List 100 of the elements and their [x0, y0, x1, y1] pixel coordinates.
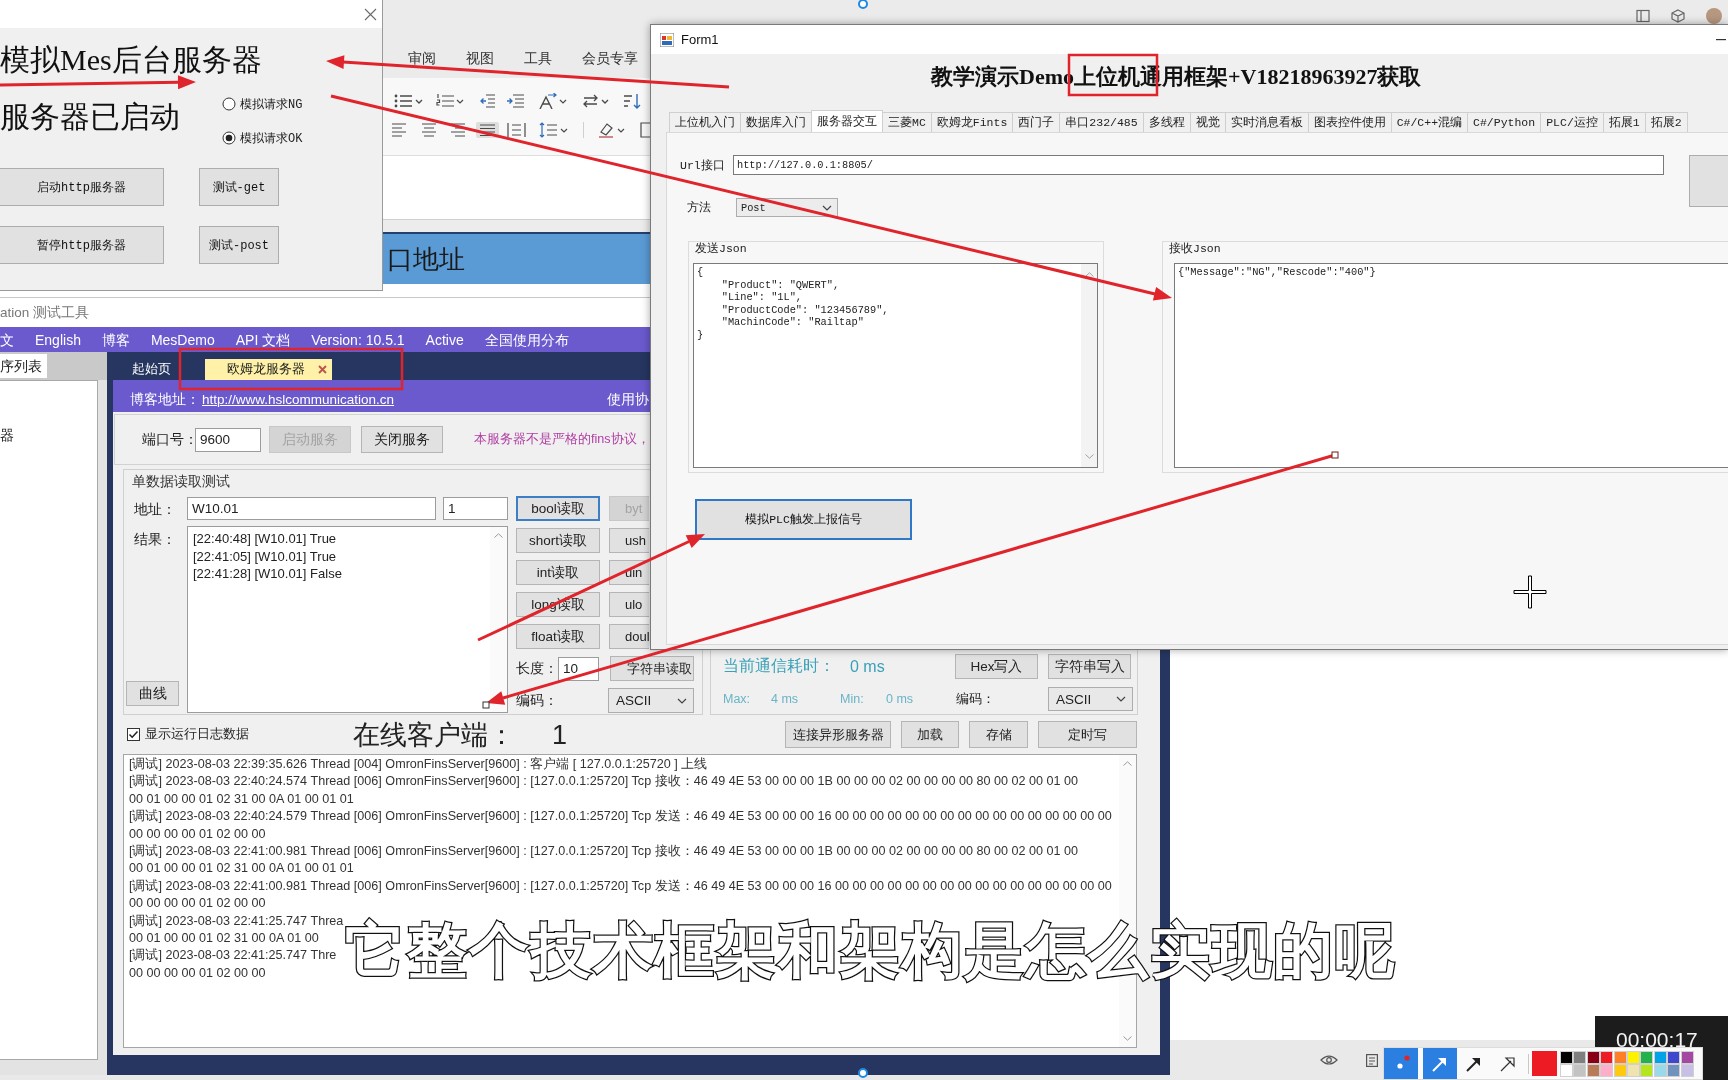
dialog-button[interactable]: 启动http服务器 [0, 168, 164, 206]
dialog-button[interactable]: 测试-post [199, 226, 279, 264]
read-button[interactable]: ush [609, 528, 649, 553]
menu-item[interactable]: MesDemo [150, 330, 215, 349]
color-swatch-icon[interactable] [1614, 1051, 1626, 1063]
scroll-up-icon[interactable] [494, 533, 503, 538]
color-swatch-icon[interactable] [1654, 1051, 1666, 1063]
curve-button[interactable]: 曲线 [126, 681, 179, 706]
string-read-button[interactable]: 字符串读取 [610, 656, 694, 681]
color-swatch-icon[interactable] [1574, 1051, 1586, 1063]
tab[interactable]: 上位机入门 [669, 112, 741, 132]
color-swatch-icon[interactable] [1654, 1064, 1666, 1076]
color-swatch-icon[interactable] [1668, 1051, 1680, 1063]
minimize-icon[interactable] [1716, 38, 1726, 41]
color-swatch-icon[interactable] [1627, 1064, 1639, 1076]
color-swatch-icon[interactable] [1641, 1064, 1653, 1076]
note-icon[interactable] [1366, 1053, 1378, 1067]
ribbon-tab[interactable]: 视图 [466, 49, 494, 67]
color-swatch-icon[interactable] [1587, 1051, 1599, 1063]
cube-icon[interactable] [1671, 9, 1685, 23]
color-swatch-icon[interactable] [1601, 1064, 1613, 1076]
selection-handle-icon[interactable] [482, 701, 490, 709]
color-swatch-icon[interactable] [1614, 1064, 1626, 1076]
panel-tab[interactable]: 序列表 [0, 354, 47, 378]
menu-item[interactable]: English [35, 330, 81, 349]
playhead-icon[interactable] [858, 1068, 868, 1078]
scroll-up-icon[interactable] [1123, 761, 1132, 766]
numbered-list-icon[interactable] [436, 93, 464, 109]
close-icon[interactable] [318, 365, 327, 374]
align-left-icon[interactable] [391, 122, 407, 138]
count-field[interactable]: 1 [443, 497, 508, 520]
selection-handle-icon[interactable] [1331, 451, 1339, 459]
sort-icon[interactable] [623, 93, 642, 109]
tree-item[interactable]: 器 [0, 427, 14, 445]
align-right-icon[interactable] [450, 122, 466, 138]
align-center-icon[interactable] [421, 122, 437, 138]
menu-item[interactable]: Version: 10.5.1 [311, 330, 405, 349]
color-swatch-icon[interactable] [1601, 1051, 1613, 1063]
current-color-icon[interactable] [1532, 1051, 1557, 1076]
write-button[interactable]: Hex写入 [955, 654, 1038, 679]
bullet-list-icon[interactable] [394, 93, 423, 109]
sidebar-panel-icon[interactable] [1636, 9, 1650, 23]
color-swatch-icon[interactable] [1627, 1051, 1639, 1063]
menu-item[interactable]: 博客 [101, 330, 130, 349]
action-button[interactable]: 存储 [969, 721, 1028, 748]
ribbon-tab[interactable]: 工具 [524, 49, 552, 67]
trigger-button[interactable]: 模拟PLC触发上报信号 [695, 499, 912, 540]
document-tab[interactable]: 欧姆龙服务器 [205, 359, 332, 380]
document-tab[interactable]: 起始页 [120, 359, 183, 380]
line-spacing-icon[interactable] [539, 122, 568, 138]
read-button[interactable]: doul [609, 624, 649, 649]
menu-item[interactable]: Active [425, 330, 464, 349]
action-button[interactable]: 定时写 [1038, 721, 1137, 748]
highlighter-icon[interactable] [597, 122, 626, 138]
color-swatch-icon[interactable] [1668, 1064, 1680, 1076]
url-field[interactable]: http://127.0.0.1:8805/ [733, 155, 1664, 175]
avatar-icon[interactable] [1706, 8, 1722, 24]
color-swatch-icon[interactable] [1574, 1064, 1586, 1076]
color-swatch-icon[interactable] [1561, 1051, 1572, 1063]
read-button[interactable]: int读取 [516, 560, 600, 585]
color-swatch-icon[interactable] [1681, 1064, 1693, 1076]
read-button[interactable]: ulo [609, 592, 649, 617]
decrease-indent-icon[interactable] [480, 93, 495, 109]
log-checkbox[interactable]: 显示运行日志数据 [127, 726, 249, 743]
scroll-down-icon[interactable] [1123, 1036, 1132, 1041]
write-button[interactable]: 字符串写入 [1048, 654, 1131, 679]
radio-option[interactable]: 模拟请求NG [222, 87, 303, 121]
close-icon[interactable] [364, 7, 377, 21]
send-json-box[interactable]: { "Product": "QWERT", "Line": "1L", "ProductCode": "123456789", "MachinCode": "Railtap" } [693, 263, 1098, 468]
color-swatch-icon[interactable] [1641, 1051, 1653, 1063]
encoding-dropdown[interactable]: ASCII [1048, 687, 1133, 711]
color-swatch-icon[interactable] [1587, 1064, 1599, 1076]
swap-icon[interactable] [582, 93, 609, 109]
color-swatch-icon[interactable] [1561, 1064, 1572, 1076]
scroll-up-icon[interactable] [1084, 272, 1094, 277]
action-button[interactable]: 连接异形服务器 [785, 721, 891, 748]
scrollbar[interactable] [1081, 264, 1097, 467]
tab[interactable]: 服务器交互 [811, 110, 883, 132]
increase-indent-icon[interactable] [507, 93, 524, 109]
receive-json-box[interactable]: {"Message":"NG","Rescode":"400"} [1174, 263, 1728, 468]
ribbon-tab[interactable]: 审阅 [408, 49, 436, 67]
text-size-icon[interactable] [538, 93, 567, 109]
ribbon-tab[interactable]: 会员专享 [582, 49, 638, 67]
port-field[interactable]: 9600 [195, 427, 261, 452]
distribute-icon[interactable] [507, 122, 526, 138]
color-swatch-icon[interactable] [1681, 1051, 1693, 1063]
tab[interactable]: 拓展2 [1644, 112, 1688, 132]
dialog-button[interactable]: 暂停http服务器 [0, 226, 164, 264]
menu-item[interactable]: API 文档 [235, 330, 291, 349]
blog-link[interactable]: http://www.hslcommunication.cn [202, 392, 395, 408]
read-button[interactable]: bool读取 [516, 496, 600, 521]
encoding-dropdown[interactable]: ASCII [608, 688, 694, 713]
radio-option[interactable]: 模拟请求OK [222, 121, 303, 155]
read-button[interactable]: float读取 [516, 624, 600, 649]
action-button[interactable]: 加载 [901, 721, 959, 748]
menu-item[interactable]: 全国使用分布 [484, 330, 569, 349]
scrollbar[interactable] [490, 527, 507, 712]
address-field[interactable]: W10.01 [187, 497, 436, 520]
menu-item[interactable]: 文 [0, 330, 14, 349]
read-button[interactable]: short读取 [516, 528, 600, 553]
